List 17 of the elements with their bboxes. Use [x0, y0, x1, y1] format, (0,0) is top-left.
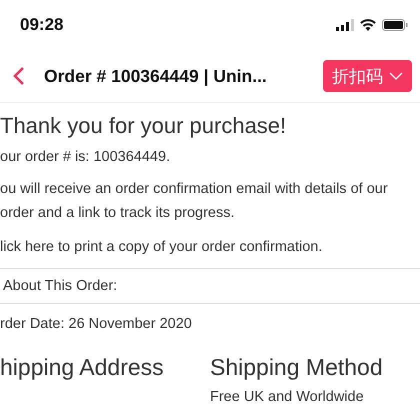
- confirmation-text: ou will receive an order confirmation email with details of our order and a link to track its progress.: [0, 180, 389, 223]
- shipping-method-text: Free UK and Worldwide: [210, 388, 365, 407]
- order-date-text: rder Date: 26 November 2020: [0, 315, 193, 334]
- section-heading: hipping Address: [0, 354, 165, 381]
- order-number-text: our order # is: 100364449.: [0, 148, 172, 167]
- page-title: Order # 100364449 | Unin...: [44, 66, 268, 86]
- section-heading: Shipping Method: [210, 354, 384, 381]
- about-order-label: About This Order:: [3, 278, 118, 294]
- wifi-icon: [360, 19, 376, 31]
- battery-icon: [382, 19, 408, 31]
- coupon-button[interactable]: 折扣码: [323, 60, 412, 92]
- chevron-down-icon: [389, 72, 403, 80]
- signal-icon: [336, 19, 354, 31]
- back-icon[interactable]: [12, 66, 26, 86]
- print-link[interactable]: lick here to print a copy of your order confirmation.: [0, 235, 420, 259]
- status-time: 09:28: [20, 15, 64, 35]
- thank-you-heading: Thank you for your purchase!: [0, 113, 288, 139]
